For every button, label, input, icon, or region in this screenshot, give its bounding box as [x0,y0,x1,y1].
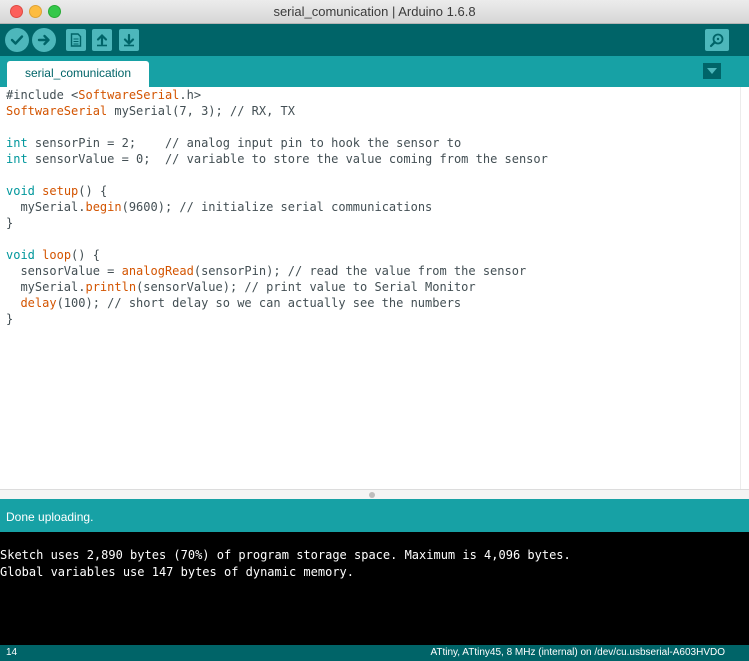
upload-button[interactable] [32,28,56,52]
save-button[interactable] [119,29,139,51]
code-line: } [6,215,740,231]
toolbar [0,24,749,56]
code-token: () { [78,184,108,198]
magnifier-icon [709,33,724,48]
code-token: SoftwareSerial [6,104,108,118]
code-token: } [6,216,14,230]
code-line: mySerial.println(sensorValue); // print … [6,279,740,295]
code-token: println [85,280,137,294]
code-token: analogRead [121,264,194,278]
code-line: SoftwareSerial mySerial(7, 3); // RX, TX [6,103,740,119]
code-token: delay [20,296,57,310]
code-token: loop [42,248,72,262]
code-line: mySerial.begin(9600); // initialize seri… [6,199,740,215]
code-token: (9600); // initialize serial communicati… [121,200,433,214]
code-editor[interactable]: #include <SoftwareSerial.h> SoftwareSeria… [0,87,740,489]
verify-button[interactable] [5,28,29,52]
tab-serial-comunication[interactable]: serial_comunication [7,61,149,87]
line-number: 14 [6,647,18,658]
new-sketch-button[interactable] [66,29,86,51]
code-token: mySerial. [6,280,86,294]
arrow-up-icon [96,33,108,47]
editor-scrollbar[interactable] [740,87,749,489]
check-icon [10,35,24,45]
code-token: SoftwareSerial [78,88,180,102]
divider-handle[interactable] [369,492,375,498]
footer-bar: 14 ATtiny, ATtiny45, 8 MHz (internal) on… [0,645,749,661]
tab-menu-button[interactable] [703,63,721,79]
code-token: mySerial(7, 3); // RX, TX [107,104,295,118]
code-line: } [6,311,740,327]
tab-bar: serial_comunication [0,56,749,87]
code-line: #include <SoftwareSerial.h> [6,87,740,103]
code-line: delay(100); // short delay so we can act… [6,295,740,311]
code-token: .h> [179,88,202,102]
code-token: void [6,184,35,198]
status-bar: Done uploading. [0,499,749,532]
code-token: (100); // short delay so we can actually… [56,296,462,310]
code-token: #include < [6,88,79,102]
new-file-icon [70,33,82,47]
code-token: int [6,136,28,150]
code-token: (sensorValue); // print value to Serial … [136,280,476,294]
code-token: mySerial. [6,200,86,214]
status-message: Done uploading. [6,510,94,524]
code-token: setup [42,184,79,198]
title-bar: serial_comunication | Arduino 1.6.8 [0,0,749,24]
chevron-down-icon [707,68,717,74]
code-line: void loop() { [6,247,740,263]
code-token: sensorPin = 2; // analog input pin to ho… [27,136,462,150]
arrow-right-icon [37,34,50,46]
code-token: begin [85,200,122,214]
code-line: sensorValue = analogRead(sensorPin); // … [6,263,740,279]
code-line: void setup() { [6,183,740,199]
board-info: ATtiny, ATtiny45, 8 MHz (internal) on /d… [430,647,725,658]
console-line: Global variables use 147 bytes of dynami… [0,565,355,579]
serial-monitor-button[interactable] [705,29,729,51]
code-line: int sensorValue = 0; // variable to stor… [6,151,740,167]
code-token: void [6,248,35,262]
code-token: sensorValue = 0; // variable to store th… [27,152,548,166]
code-line: int sensorPin = 2; // analog input pin t… [6,135,740,151]
console-line: Sketch uses 2,890 bytes (70%) of program… [0,548,571,562]
console-output: Sketch uses 2,890 bytes (70%) of program… [0,532,749,645]
code-token: int [6,152,28,166]
code-token: () { [71,248,100,262]
window-title: serial_comunication | Arduino 1.6.8 [273,4,476,19]
code-token: (sensorPin); // read the value from the … [193,264,527,278]
code-token: } [6,312,14,326]
open-button[interactable] [92,29,112,51]
code-token: sensorValue = [6,264,122,278]
panel-divider[interactable] [0,489,749,499]
arrow-down-icon [123,33,135,47]
